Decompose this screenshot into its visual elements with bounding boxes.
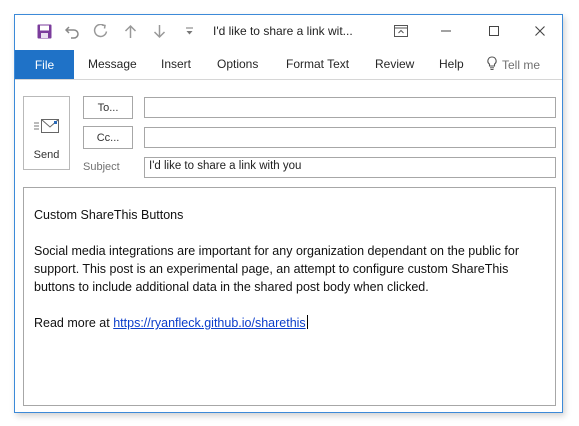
minimize-icon[interactable] [436,21,456,41]
up-arrow-icon[interactable] [122,23,138,39]
compose-window: I'd like to share a link wit... File Mes… [14,14,563,413]
tab-file[interactable]: File [15,50,74,79]
ribbon-tabs: File Message Insert Options Format Text … [15,48,562,79]
tell-me-search[interactable]: Tell me [487,56,540,74]
maximize-icon[interactable] [484,21,504,41]
redo-icon[interactable] [92,23,108,39]
message-body[interactable]: Custom ShareThis Buttons Social media in… [23,187,556,406]
ribbon-divider [15,79,562,80]
sharethis-link[interactable]: https://ryanfleck.github.io/sharethis [113,316,305,330]
message-body-text: Custom ShareThis Buttons Social media in… [34,206,534,332]
customize-icon[interactable] [181,23,197,39]
save-icon[interactable] [36,23,52,39]
ribbon-display-icon[interactable] [391,21,411,41]
to-field[interactable] [144,97,556,118]
window-title: I'd like to share a link wit... [213,24,353,38]
lightbulb-icon [487,56,497,74]
tab-insert[interactable]: Insert [161,57,191,71]
cc-field[interactable] [144,127,556,148]
text-cursor [306,315,308,329]
tab-review[interactable]: Review [375,57,414,71]
message-heading: Custom ShareThis Buttons [34,208,184,222]
close-icon[interactable] [530,21,550,41]
undo-icon[interactable] [64,23,80,39]
send-label: Send [33,149,60,161]
to-button[interactable]: To... [83,96,133,119]
message-paragraph: Social media integrations are important … [34,244,520,294]
tab-message[interactable]: Message [88,57,137,71]
send-envelope-icon [34,117,60,142]
read-more-line: Read more at https://ryanfleck.github.io… [34,314,534,332]
subject-field[interactable]: I'd like to share a link with you [144,157,556,178]
tab-format-text[interactable]: Format Text [286,57,349,71]
send-button[interactable]: Send [23,96,70,170]
title-bar: I'd like to share a link wit... [15,15,562,48]
subject-label: Subject [83,161,120,173]
read-more-prefix: Read more at [34,316,114,330]
tab-help[interactable]: Help [439,57,464,71]
down-arrow-icon[interactable] [151,23,167,39]
tell-me-label: Tell me [502,58,541,72]
tab-options[interactable]: Options [217,57,258,71]
cc-button[interactable]: Cc... [83,126,133,149]
